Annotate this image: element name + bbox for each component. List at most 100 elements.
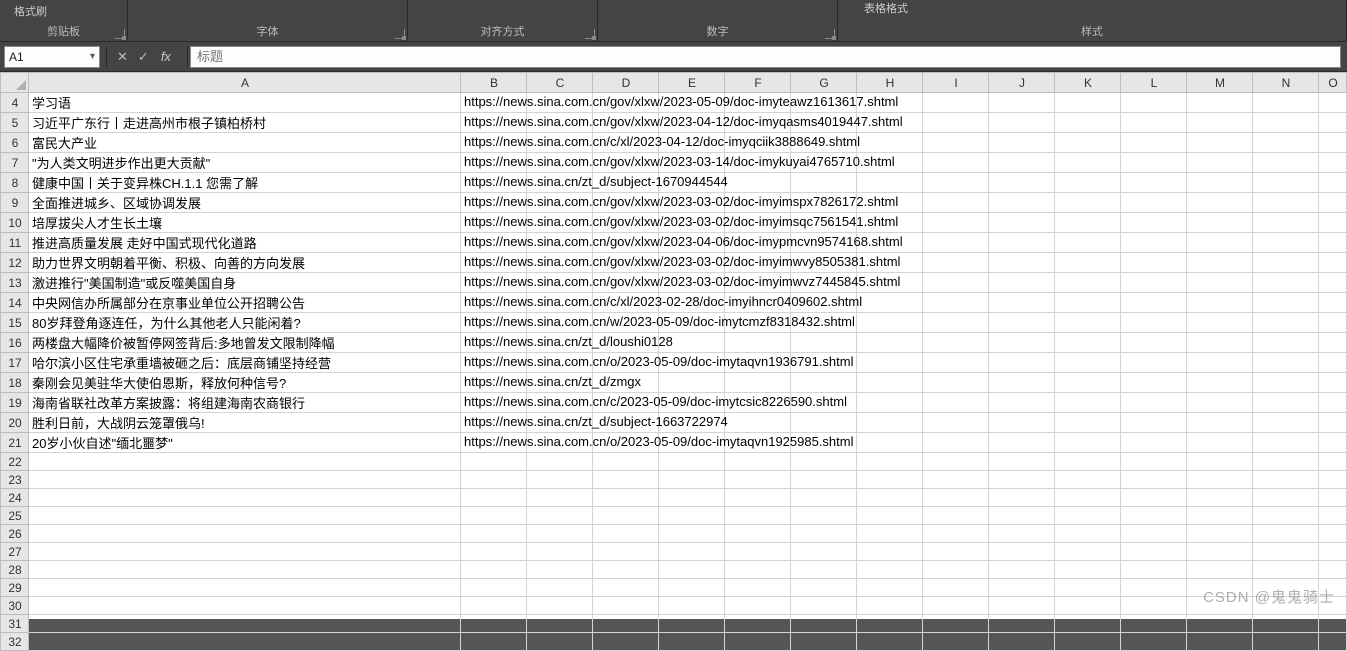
cell[interactable] [1187,579,1253,597]
cell[interactable]: 哈尔滨小区住宅承重墙被砸之后：底层商铺坚持经营 [29,353,461,373]
cell[interactable] [1253,93,1319,113]
column-header[interactable]: L [1121,73,1187,93]
cell[interactable] [923,373,989,393]
cell[interactable] [923,93,989,113]
cell[interactable] [923,633,989,651]
cell[interactable]: 助力世界文明朝着平衡、积极、向善的方向发展 [29,253,461,273]
dialog-launcher-icon[interactable] [825,29,835,39]
row-header[interactable]: 10 [1,213,29,233]
cell[interactable]: https://news.sina.cn/zt_d/zmgx [461,373,527,393]
cell[interactable] [989,153,1055,173]
cell[interactable] [1319,153,1347,173]
cell[interactable] [989,173,1055,193]
cell[interactable] [791,489,857,507]
cell[interactable] [725,489,791,507]
row-header[interactable]: 18 [1,373,29,393]
cell[interactable] [1253,153,1319,173]
cell[interactable] [1253,353,1319,373]
row-header[interactable]: 27 [1,543,29,561]
cell[interactable] [1055,193,1121,213]
cell[interactable] [989,353,1055,373]
cancel-formula-button[interactable]: ✕ [117,49,128,65]
cell[interactable] [1055,597,1121,615]
column-header[interactable]: C [527,73,593,93]
row-header[interactable]: 24 [1,489,29,507]
cell[interactable] [923,233,989,253]
cell[interactable] [461,507,527,525]
cell[interactable] [1187,453,1253,471]
cell[interactable] [857,525,923,543]
row-header[interactable]: 17 [1,353,29,373]
cell[interactable] [527,489,593,507]
cell[interactable] [659,561,725,579]
cell[interactable] [1055,173,1121,193]
cell[interactable] [791,173,857,193]
cell[interactable] [1055,433,1121,453]
cell[interactable] [923,433,989,453]
cell[interactable] [593,543,659,561]
row-header[interactable]: 29 [1,579,29,597]
cell[interactable] [1055,615,1121,633]
cell[interactable] [29,633,461,651]
cell[interactable] [1319,193,1347,213]
cell[interactable] [725,173,791,193]
cell[interactable] [1253,433,1319,453]
cell[interactable] [857,615,923,633]
cell[interactable] [1253,273,1319,293]
cell[interactable] [1319,507,1347,525]
cell[interactable] [1055,213,1121,233]
cell[interactable] [1121,173,1187,193]
cell[interactable] [1253,525,1319,543]
cell[interactable] [989,133,1055,153]
cell[interactable] [989,393,1055,413]
table-format-button[interactable]: 表格格式 [858,0,914,18]
row-header[interactable]: 5 [1,113,29,133]
cell[interactable] [857,507,923,525]
cell[interactable] [989,333,1055,353]
cell[interactable] [1319,253,1347,273]
row-header[interactable]: 13 [1,273,29,293]
cell[interactable]: 两楼盘大幅降价被暂停网签背后:多地曾发文限制降幅 [29,333,461,353]
cell[interactable] [1253,489,1319,507]
cell[interactable] [659,579,725,597]
cell[interactable] [29,579,461,597]
cell[interactable] [1319,213,1347,233]
column-header[interactable]: E [659,73,725,93]
cell[interactable] [1253,453,1319,471]
column-header[interactable]: O [1319,73,1347,93]
cell[interactable] [1319,615,1347,633]
cell[interactable] [659,543,725,561]
row-header[interactable]: 19 [1,393,29,413]
cell[interactable] [1121,313,1187,333]
cell[interactable] [1121,525,1187,543]
cell[interactable]: https://news.sina.com.cn/o/2023-05-09/do… [461,433,527,453]
cell[interactable] [593,633,659,651]
cell[interactable] [1055,507,1121,525]
cell[interactable] [1319,597,1347,615]
dialog-launcher-icon[interactable] [115,29,125,39]
cell[interactable] [1187,373,1253,393]
cell[interactable] [527,633,593,651]
cell[interactable] [1121,579,1187,597]
cell[interactable] [1055,373,1121,393]
cell[interactable] [461,561,527,579]
cell[interactable] [1187,561,1253,579]
formula-input[interactable] [190,46,1341,68]
cell[interactable] [857,173,923,193]
cell[interactable] [989,253,1055,273]
cell[interactable] [593,579,659,597]
cell[interactable] [1121,93,1187,113]
cell[interactable] [527,561,593,579]
cell[interactable] [1253,193,1319,213]
cell[interactable] [989,525,1055,543]
cell[interactable] [593,561,659,579]
cell[interactable] [989,193,1055,213]
cell[interactable] [1121,113,1187,133]
format-painter-button[interactable]: 格式刷 [8,0,53,21]
cell[interactable]: 推进高质量发展 走好中国式现代化道路 [29,233,461,253]
cell[interactable]: 习近平广东行丨走进高州市根子镇柏桥村 [29,113,461,133]
cell[interactable] [527,597,593,615]
cell[interactable] [1253,393,1319,413]
cell[interactable] [725,373,791,393]
cell[interactable]: https://news.sina.cn/zt_d/loushi0128 [461,333,527,353]
